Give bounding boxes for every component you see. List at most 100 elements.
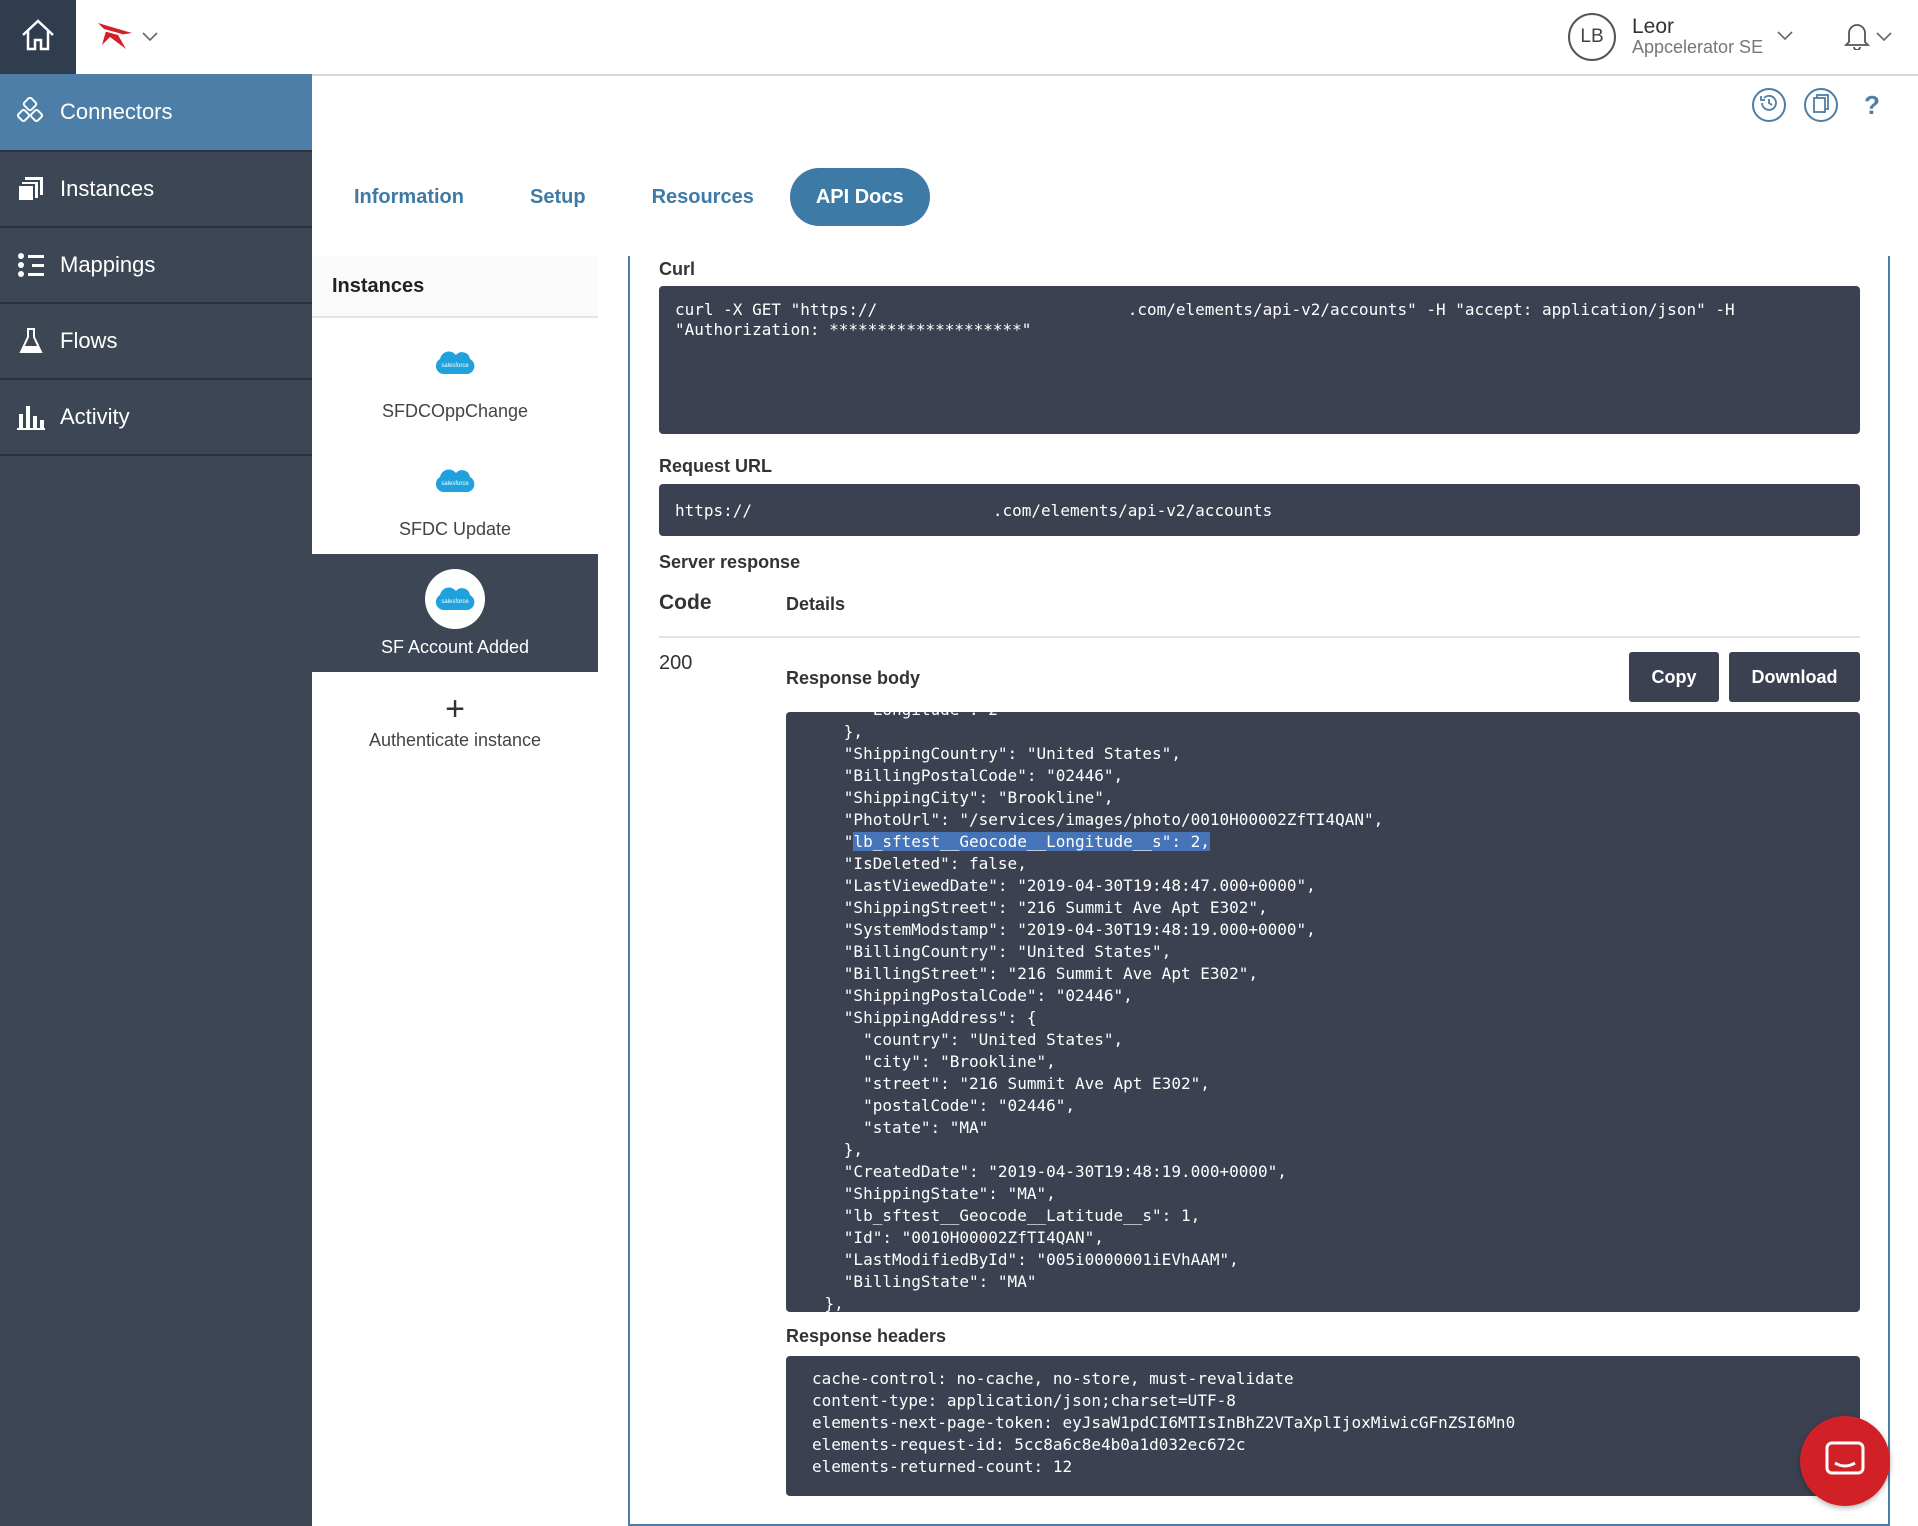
bar-chart-icon <box>16 402 46 432</box>
instances-heading: Instances <box>312 256 598 318</box>
response-line: "lb_sftest__Geocode__Longitude__s": 2, <box>786 832 1210 851</box>
response-body-label: Response body <box>786 668 921 688</box>
tab-bar: Information Setup Resources API Docs <box>354 168 996 226</box>
response-line: "ShippingPostalCode": "02446", <box>786 986 1133 1005</box>
response-line: "Id": "0010H00002ZfTI4QAN", <box>786 1228 1104 1247</box>
response-line: }, <box>786 1294 844 1312</box>
response-line: "ShippingStreet": "216 Summit Ave Apt E3… <box>786 898 1268 917</box>
home-button[interactable] <box>0 0 76 74</box>
sidebar-item-instances[interactable]: Instances <box>0 152 312 228</box>
instance-item-selected[interactable]: salesforce SF Account Added <box>312 554 598 672</box>
response-line: "lb_sftest__Geocode__Latitude__s": 1, <box>786 1206 1201 1225</box>
salesforce-icon: salesforce <box>435 468 475 492</box>
response-line: "ShippingAddress": { <box>786 1008 1037 1027</box>
status-code: 200 <box>659 652 693 674</box>
download-button[interactable]: Download <box>1729 652 1860 702</box>
instances-icon <box>16 174 46 204</box>
instances-panel: Instances salesforce SFDCOppChange sales… <box>312 256 598 1526</box>
help-icon[interactable]: ? <box>1864 90 1880 121</box>
svg-text:salesforce: salesforce <box>441 363 469 369</box>
history-icon <box>1758 92 1780 119</box>
response-line: "Longitude": 2 <box>786 712 1383 721</box>
chevron-down-icon <box>1876 29 1892 47</box>
response-line: "BillingStreet": "216 Summit Ave Apt E30… <box>786 964 1259 983</box>
server-response-label: Server response <box>659 552 801 572</box>
copy-icon <box>1810 92 1832 119</box>
response-line: "LastViewedDate": "2019-04-30T19:48:47.0… <box>786 876 1316 895</box>
authenticate-instance-label: Authenticate instance <box>368 729 542 750</box>
toolbar: ? <box>1752 88 1880 122</box>
sidebar: Connectors Instances Mappings Flows Acti… <box>0 74 312 1526</box>
sidebar-item-label: Connectors <box>60 99 173 124</box>
bell-icon <box>1843 20 1871 55</box>
curl-label: Curl <box>659 259 695 279</box>
instance-item[interactable]: salesforce SFDCOppChange <box>312 318 598 436</box>
response-line: "postalCode": "02446", <box>786 1096 1075 1115</box>
response-line: "country": "United States", <box>786 1030 1124 1049</box>
response-line: "ShippingCity": "Brookline", <box>786 788 1114 807</box>
response-body[interactable]: "Longitude": 2 }, "ShippingCountry": "Un… <box>786 712 1860 1312</box>
sidebar-item-connectors[interactable]: Connectors <box>0 74 312 152</box>
response-body-text: "Longitude": 2 }, "ShippingCountry": "Un… <box>786 712 1384 1312</box>
response-line: "state": "MA" <box>786 1118 989 1137</box>
mappings-icon <box>16 250 46 280</box>
response-headers-label: Response headers <box>786 1326 947 1346</box>
tab-setup[interactable]: Setup <box>530 168 586 226</box>
sidebar-item-label: Mappings <box>60 252 156 277</box>
instance-item[interactable]: salesforce SFDC Update <box>312 436 598 554</box>
api-docs-panel: Curl curl -X GET "https:// .com/elements… <box>628 256 1890 1526</box>
tab-api-docs[interactable]: API Docs <box>789 168 930 226</box>
authenticate-instance-button[interactable]: + Authenticate instance <box>312 672 598 772</box>
code-column-header: Code <box>659 591 712 614</box>
chevron-down-icon <box>1777 28 1793 46</box>
top-bar: LB Leor Appcelerator SE <box>0 0 1918 76</box>
connectors-icon <box>16 97 46 127</box>
response-line: "CreatedDate": "2019-04-30T19:48:19.000+… <box>786 1162 1287 1181</box>
user-org: Appcelerator SE <box>1632 37 1764 57</box>
instance-label: SFDC Update <box>398 518 512 539</box>
response-line: "ShippingState": "MA", <box>786 1184 1056 1203</box>
sidebar-item-mappings[interactable]: Mappings <box>0 228 312 304</box>
response-line: "BillingCountry": "United States", <box>786 942 1172 961</box>
response-line: "IsDeleted": false, <box>786 854 1027 873</box>
user-menu[interactable]: LB Leor Appcelerator SE <box>1568 10 1793 64</box>
tab-resources[interactable]: Resources <box>652 168 754 226</box>
svg-text:salesforce: salesforce <box>441 599 469 605</box>
selected-text: lb_sftest__Geocode__Longitude__s": 2, <box>853 832 1210 851</box>
notifications-button[interactable] <box>1843 20 1892 55</box>
salesforce-icon: salesforce <box>435 586 475 610</box>
salesforce-icon: salesforce <box>435 350 475 374</box>
home-icon <box>20 18 56 57</box>
response-line: "BillingState": "MA" <box>786 1272 1037 1291</box>
request-url-label: Request URL <box>659 456 773 476</box>
chat-icon <box>1823 1439 1867 1484</box>
response-headers[interactable]: cache-control: no-cache, no-store, must-… <box>786 1356 1860 1496</box>
details-column-header: Details <box>786 594 846 614</box>
plus-icon: + <box>445 689 465 728</box>
history-button[interactable] <box>1752 88 1786 122</box>
sidebar-item-activity[interactable]: Activity <box>0 380 312 456</box>
sidebar-item-label: Instances <box>60 176 155 201</box>
tab-information[interactable]: Information <box>354 168 464 226</box>
instance-label: SFDCOppChange <box>381 400 529 421</box>
divider <box>659 636 1860 638</box>
sidebar-item-label: Flows <box>60 328 118 353</box>
app-logo-menu[interactable] <box>96 18 166 58</box>
copy-button[interactable]: Copy <box>1629 652 1719 702</box>
svg-text:salesforce: salesforce <box>441 481 469 487</box>
sidebar-item-flows[interactable]: Flows <box>0 304 312 380</box>
request-url[interactable]: https:// .com/elements/api-v2/accounts <box>659 484 1860 536</box>
instance-label: SF Account Added <box>380 636 530 657</box>
response-line: "PhotoUrl": "/services/images/photo/0010… <box>786 810 1384 829</box>
chevron-down-icon <box>142 29 158 47</box>
response-line: "street": "216 Summit Ave Apt E302", <box>786 1074 1210 1093</box>
avatar: LB <box>1568 13 1616 61</box>
sidebar-item-label: Activity <box>60 404 130 429</box>
curl-command[interactable]: curl -X GET "https:// .com/elements/api-… <box>659 286 1860 434</box>
appcelerator-logo-icon <box>96 19 136 58</box>
chat-button[interactable] <box>1800 1416 1890 1506</box>
response-line: "city": "Brookline", <box>786 1052 1056 1071</box>
response-line: "ShippingCountry": "United States", <box>786 744 1181 763</box>
response-line: }, <box>786 1140 864 1159</box>
copy-button[interactable] <box>1804 88 1838 122</box>
